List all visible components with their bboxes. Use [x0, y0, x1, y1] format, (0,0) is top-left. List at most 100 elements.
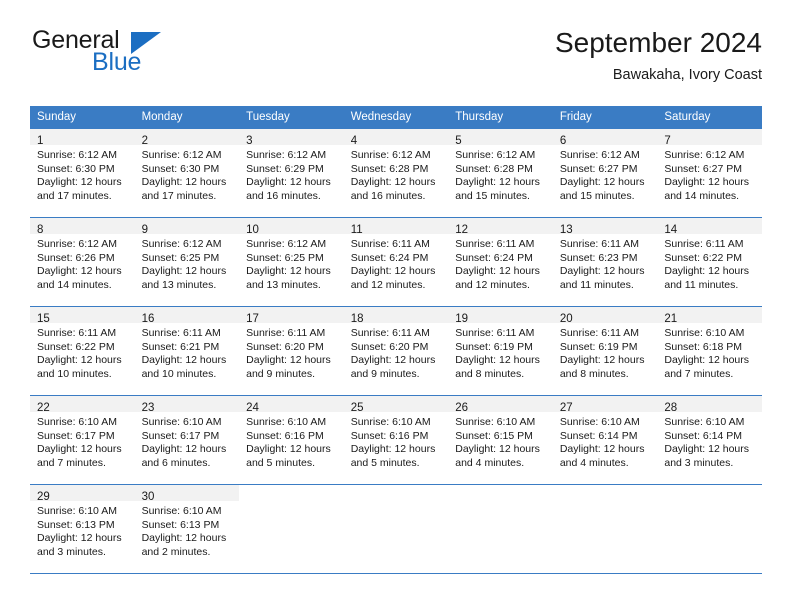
daylight-text-line1: Daylight: 12 hours [455, 176, 540, 189]
weekday-header-wednesday: Wednesday [343, 106, 449, 129]
day-cell[interactable]: 16 Sunrise: 6:11 AM Sunset: 6:21 PM Dayligh… [134, 306, 240, 396]
daylight-text-line2: and 11 minutes. [664, 278, 739, 291]
day-cell[interactable]: 30 Sunrise: 6:10 AM Sunset: 6:13 PM Dayligh… [134, 484, 240, 574]
day-number: 3 [246, 135, 253, 147]
daylight-text-line2: and 14 minutes. [37, 278, 112, 291]
calendar-body: 1 Sunrise: 6:12 AM Sunset: 6:30 PM Daylight… [30, 128, 762, 574]
day-cell[interactable]: 9 Sunrise: 6:12 AM Sunset: 6:25 PM Daylight… [134, 217, 240, 307]
day-cell[interactable]: 3 Sunrise: 6:12 AM Sunset: 6:29 PM Daylight… [239, 128, 344, 218]
page-header: General Blue September 2024 Bawakaha, Iv… [30, 26, 762, 98]
day-number: 8 [37, 224, 44, 236]
sunrise-text: Sunrise: 6:12 AM [350, 149, 431, 161]
day-number: 22 [37, 402, 50, 414]
weekday-header-sunday: Sunday [30, 106, 135, 129]
sunrise-text: Sunrise: 6:10 AM [37, 505, 117, 517]
sunrise-text: Sunrise: 6:10 AM [141, 505, 222, 517]
daylight-text-line1: Daylight: 12 hours [350, 176, 436, 189]
day-cell[interactable]: 20 Sunrise: 6:11 AM Sunset: 6:19 PM Dayligh… [552, 306, 658, 396]
day-cell[interactable]: 27 Sunrise: 6:10 AM Sunset: 6:14 PM Dayligh… [552, 395, 658, 485]
sunrise-text: Sunrise: 6:11 AM [246, 327, 326, 339]
sunset-text: Sunset: 6:20 PM [246, 340, 324, 353]
day-number: 13 [559, 224, 573, 236]
daylight-text-line2: and 15 minutes. [559, 189, 635, 202]
day-cell-empty [448, 484, 553, 574]
day-cell[interactable]: 6 Sunrise: 6:12 AM Sunset: 6:27 PM Daylight… [552, 128, 658, 218]
weekday-header-saturday: Saturday [657, 106, 762, 129]
sunrise-text: Sunrise: 6:12 AM [455, 149, 536, 161]
daylight-text-line2: and 9 minutes. [350, 367, 420, 380]
day-cell[interactable]: 21 Sunrise: 6:10 AM Sunset: 6:18 PM Dayligh… [657, 306, 762, 396]
day-cell[interactable]: 28 Sunrise: 6:10 AM Sunset: 6:14 PM Dayligh… [657, 395, 762, 485]
daylight-text-line2: and 7 minutes. [37, 456, 106, 469]
daylight-text-line1: Daylight: 12 hours [559, 176, 645, 189]
sunset-text: Sunset: 6:18 PM [664, 340, 743, 353]
day-cell[interactable]: 10 Sunrise: 6:12 AM Sunset: 6:25 PM Dayligh… [239, 217, 344, 307]
day-number: 18 [350, 313, 364, 325]
day-cell[interactable]: 7 Sunrise: 6:12 AM Sunset: 6:27 PM Daylight… [657, 128, 762, 218]
daylight-text-line1: Daylight: 12 hours [559, 443, 645, 456]
daylight-text-line2: and 5 minutes. [350, 456, 420, 469]
day-cell[interactable]: 4 Sunrise: 6:12 AM Sunset: 6:28 PM Daylight… [343, 128, 449, 218]
week-row: 15 Sunrise: 6:11 AM Sunset: 6:22 PM Dayligh… [30, 306, 762, 396]
brand-logo[interactable]: General Blue [30, 26, 250, 90]
sunset-text: Sunset: 6:23 PM [559, 251, 638, 264]
daylight-text-line1: Daylight: 12 hours [37, 354, 122, 367]
day-cell[interactable]: 26 Sunrise: 6:10 AM Sunset: 6:15 PM Dayligh… [448, 395, 553, 485]
sunrise-text: Sunrise: 6:10 AM [455, 416, 536, 428]
day-number: 7 [664, 135, 671, 147]
day-cell[interactable]: 12 Sunrise: 6:11 AM Sunset: 6:24 PM Dayligh… [448, 217, 553, 307]
daylight-text-line2: and 10 minutes. [37, 367, 112, 380]
day-number: 19 [455, 313, 469, 325]
sunset-text: Sunset: 6:24 PM [350, 251, 429, 264]
day-cell-empty [239, 484, 344, 574]
day-cell[interactable]: 19 Sunrise: 6:11 AM Sunset: 6:19 PM Dayligh… [448, 306, 553, 396]
day-number: 5 [455, 135, 462, 147]
sunrise-text: Sunrise: 6:12 AM [664, 149, 745, 161]
sunrise-text: Sunrise: 6:11 AM [559, 327, 639, 339]
day-cell[interactable]: 14 Sunrise: 6:11 AM Sunset: 6:22 PM Dayligh… [657, 217, 762, 307]
day-cell[interactable]: 18 Sunrise: 6:11 AM Sunset: 6:20 PM Dayligh… [343, 306, 449, 396]
sunrise-text: Sunrise: 6:10 AM [664, 327, 745, 339]
daylight-text-line2: and 14 minutes. [664, 189, 740, 202]
daylight-text-line2: and 2 minutes. [141, 545, 211, 558]
daylight-text-line2: and 9 minutes. [246, 367, 316, 380]
day-cell[interactable]: 25 Sunrise: 6:10 AM Sunset: 6:16 PM Dayligh… [343, 395, 449, 485]
day-cell[interactable]: 23 Sunrise: 6:10 AM Sunset: 6:17 PM Dayligh… [134, 395, 240, 485]
day-cell[interactable]: 24 Sunrise: 6:10 AM Sunset: 6:16 PM Dayligh… [239, 395, 344, 485]
day-cell[interactable]: 13 Sunrise: 6:11 AM Sunset: 6:23 PM Dayligh… [552, 217, 658, 307]
daylight-text-line1: Daylight: 12 hours [559, 265, 645, 278]
day-cell[interactable]: 17 Sunrise: 6:11 AM Sunset: 6:20 PM Dayligh… [239, 306, 344, 396]
day-number: 4 [350, 135, 358, 147]
sunset-text: Sunset: 6:19 PM [455, 340, 533, 353]
day-cell[interactable]: 15 Sunrise: 6:11 AM Sunset: 6:22 PM Dayligh… [30, 306, 135, 396]
weekday-header-monday: Monday [134, 106, 240, 129]
daylight-text-line1: Daylight: 12 hours [246, 176, 331, 189]
sunset-text: Sunset: 6:14 PM [664, 429, 743, 442]
daylight-text-line2: and 16 minutes. [246, 189, 321, 202]
day-cell[interactable]: 22 Sunrise: 6:10 AM Sunset: 6:17 PM Dayligh… [30, 395, 135, 485]
daylight-text-line2: and 8 minutes. [559, 367, 629, 380]
day-cell[interactable]: 29 Sunrise: 6:10 AM Sunset: 6:13 PM Dayligh… [30, 484, 135, 574]
sunset-text: Sunset: 6:25 PM [246, 251, 324, 264]
day-cell[interactable]: 5 Sunrise: 6:12 AM Sunset: 6:28 PM Daylight… [448, 128, 553, 218]
day-cell[interactable]: 1 Sunrise: 6:12 AM Sunset: 6:30 PM Daylight… [30, 128, 135, 218]
day-cell[interactable]: 2 Sunrise: 6:12 AM Sunset: 6:30 PM Daylight… [134, 128, 240, 218]
daylight-text-line2: and 13 minutes. [141, 278, 217, 291]
daylight-text-line1: Daylight: 12 hours [455, 265, 540, 278]
calendar-page: General Blue September 2024 Bawakaha, Iv… [0, 0, 792, 612]
daylight-text-line1: Daylight: 12 hours [141, 354, 227, 367]
day-cell[interactable]: 8 Sunrise: 6:12 AM Sunset: 6:26 PM Daylight… [30, 217, 135, 307]
sunset-text: Sunset: 6:22 PM [664, 251, 743, 264]
sunset-text: Sunset: 6:13 PM [141, 518, 220, 531]
day-cell[interactable]: 11 Sunrise: 6:11 AM Sunset: 6:24 PM Dayligh… [343, 217, 449, 307]
day-number: 16 [141, 313, 155, 325]
daylight-text-line2: and 6 minutes. [141, 456, 211, 469]
day-number: 21 [664, 313, 678, 325]
daylight-text-line2: and 12 minutes. [455, 278, 530, 291]
daylight-text-line1: Daylight: 12 hours [455, 443, 540, 456]
daylight-text-line1: Daylight: 12 hours [246, 443, 331, 456]
sunrise-text: Sunrise: 6:12 AM [246, 238, 327, 250]
day-number: 25 [350, 402, 364, 414]
sunset-text: Sunset: 6:29 PM [246, 162, 324, 175]
daylight-text-line1: Daylight: 12 hours [559, 354, 645, 367]
